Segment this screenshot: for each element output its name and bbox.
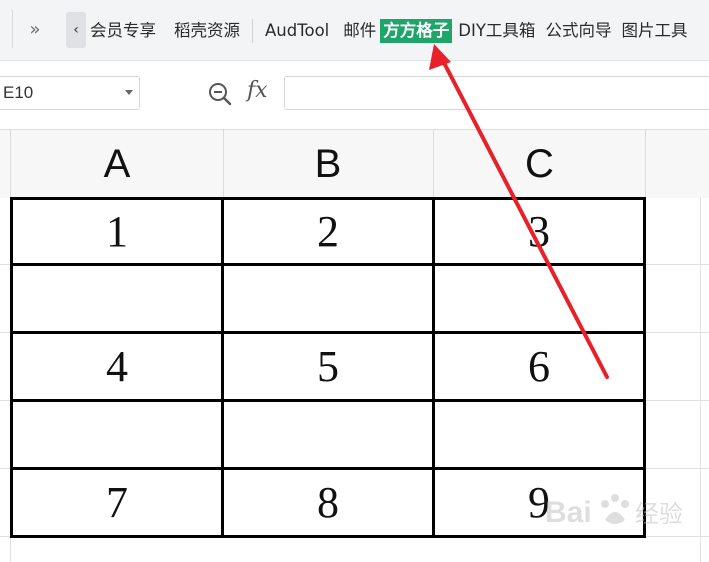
tab-mail[interactable]: 邮件 — [341, 19, 378, 43]
column-header-a[interactable]: A — [10, 130, 224, 198]
fx-icon[interactable]: fx — [247, 78, 268, 103]
formula-bar: E10 fx — [0, 61, 709, 129]
tab-fangfang-gezi[interactable]: 方方格子 — [380, 19, 453, 43]
column-header-row: A B C — [0, 129, 709, 198]
cell-b1[interactable]: 2 — [224, 200, 432, 263]
chevron-left-icon[interactable]: ‹ — [66, 12, 86, 48]
cell-a3[interactable]: 4 — [13, 334, 221, 399]
column-header-b[interactable]: B — [223, 130, 434, 198]
cell-a1[interactable]: 1 — [13, 200, 221, 263]
svg-text:Bai: Bai — [545, 496, 592, 529]
cell-b5[interactable]: 8 — [224, 470, 432, 535]
gridline — [700, 197, 701, 562]
tab-image-tools[interactable]: 图片工具 — [619, 19, 689, 43]
cell-a2[interactable] — [13, 266, 221, 331]
formula-input[interactable] — [284, 76, 709, 110]
column-header-c[interactable]: C — [434, 130, 646, 198]
chevron-down-icon[interactable] — [125, 90, 133, 95]
cell-b2[interactable] — [224, 266, 432, 331]
svg-text:经验: 经验 — [635, 500, 683, 528]
ribbon-tab-bar: » ‹ 会员专享 稻壳资源 AudTool 邮件 方方格子 DIY工具箱 公式向… — [0, 0, 709, 61]
cell-c4[interactable] — [435, 402, 643, 467]
zoom-out-icon[interactable] — [207, 81, 233, 107]
column-header-d[interactable] — [646, 130, 709, 198]
tab-member-exclusive[interactable]: 会员专享 — [88, 19, 158, 43]
name-box-value: E10 — [3, 83, 34, 102]
ribbon-tabs: 会员专享 稻壳资源 AudTool 邮件 方方格子 DIY工具箱 公式向导 图片… — [90, 19, 689, 43]
cell-a4[interactable] — [13, 402, 221, 467]
cell-b3[interactable]: 5 — [224, 334, 432, 399]
tab-diy-toolbox[interactable]: DIY工具箱 — [456, 19, 537, 43]
tab-formula-wizard[interactable]: 公式向导 — [543, 19, 613, 43]
double-chevron-right-icon[interactable]: » — [24, 17, 46, 41]
name-box[interactable]: E10 — [0, 76, 140, 110]
cell-c1[interactable]: 3 — [435, 200, 643, 263]
cell-c2[interactable] — [435, 266, 643, 331]
cell-a5[interactable]: 7 — [13, 470, 221, 535]
tab-audtool[interactable]: AudTool — [263, 19, 331, 43]
tab-docer-resources[interactable]: 稻壳资源 — [172, 19, 253, 43]
ribbon-left-edge — [0, 10, 13, 48]
cell-c3[interactable]: 6 — [435, 334, 643, 399]
baidu-jingyan-watermark: Bai 经验 — [545, 494, 683, 529]
cell-b4[interactable] — [224, 402, 432, 467]
